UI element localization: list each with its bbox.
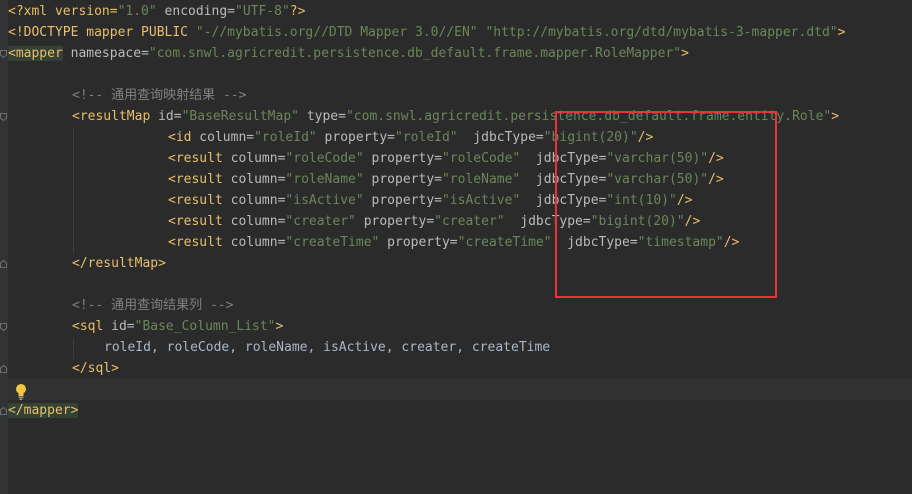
- fold-marker-icon[interactable]: [0, 407, 7, 415]
- attr-name: id=: [103, 319, 135, 334]
- fold-gutter: [0, 0, 8, 494]
- code-line-3[interactable]: <mapper namespace="com.snwl.agricredit.p…: [8, 43, 912, 64]
- attr-value: "roleId": [254, 130, 317, 145]
- result-tag: <result: [168, 172, 223, 187]
- code-line-18[interactable]: </sql>: [8, 358, 912, 379]
- attr-value: "roleCode": [441, 151, 521, 166]
- attr-name: encoding=: [156, 4, 235, 19]
- result-tag: <result: [168, 214, 223, 229]
- attr-value: "isActive": [285, 193, 364, 208]
- attr-name: property=: [363, 193, 442, 208]
- tag-end: >: [681, 46, 689, 61]
- lightbulb-icon[interactable]: [13, 383, 29, 401]
- resultmap-open-tag: <resultMap: [72, 109, 151, 124]
- attr-name: id=: [150, 109, 182, 124]
- attr-name: column=: [191, 130, 255, 145]
- attr-name: column=: [222, 172, 286, 187]
- attr-name: column=: [222, 193, 286, 208]
- code-editor[interactable]: <?xml version="1.0" encoding="UTF-8"?> <…: [0, 0, 912, 494]
- doctype: <!DOCTYPE mapper PUBLIC: [8, 25, 196, 40]
- result-tag: <result: [168, 193, 223, 208]
- fold-marker-icon[interactable]: [0, 260, 7, 268]
- code-line-19[interactable]: [8, 379, 912, 400]
- attr-name: property=: [355, 214, 435, 229]
- fold-marker-icon[interactable]: [0, 50, 7, 58]
- doctype-system-id: "http://mybatis.org/dtd/mybatis-3-mapper…: [485, 25, 838, 40]
- sql-text: roleId, roleCode, roleName, isActive, cr…: [104, 340, 551, 355]
- attr-value: "com.snwl.agricredit.persistence.db_defa…: [148, 46, 682, 61]
- attr-value: "creater": [434, 214, 505, 229]
- mapper-close-tag: </mapper>: [8, 403, 79, 418]
- attr-value: "BaseResultMap": [181, 109, 299, 124]
- attr-value: "roleName": [285, 172, 364, 187]
- code-line-2[interactable]: <!DOCTYPE mapper PUBLIC "-//mybatis.org/…: [8, 22, 912, 43]
- code-line-15[interactable]: <!-- 通用查询结果列 -->: [8, 295, 912, 316]
- fold-marker-icon[interactable]: [0, 323, 7, 331]
- result-tag: <result: [168, 235, 223, 250]
- annotation-highlight-box: [555, 111, 777, 298]
- xml-declaration-end: ?>: [289, 4, 306, 19]
- attr-value: "roleCode": [285, 151, 364, 166]
- fold-marker-icon[interactable]: [0, 365, 7, 373]
- attr-name: property=: [363, 172, 442, 187]
- mapper-open-tag: <mapper: [8, 46, 63, 61]
- attr-name: column=: [222, 151, 286, 166]
- attr-name: column=: [222, 235, 286, 250]
- code-line-1[interactable]: <?xml version="1.0" encoding="UTF-8"?>: [8, 1, 912, 22]
- id-tag: <id: [168, 130, 192, 145]
- result-tag: <result: [168, 151, 223, 166]
- attr-value: "Base_Column_List": [134, 319, 276, 334]
- attr-name: property=: [316, 130, 396, 145]
- attr-value: "creater": [285, 214, 356, 229]
- attr-value: "createTime": [457, 235, 552, 250]
- sql-close-tag: </sql>: [72, 361, 119, 376]
- attr-value: "UTF-8": [235, 4, 290, 19]
- tag-end: >: [831, 109, 840, 124]
- code-line-5[interactable]: <!-- 通用查询映射结果 -->: [8, 85, 912, 106]
- doctype-end: >: [837, 25, 846, 40]
- xml-comment: <!-- 通用查询映射结果 -->: [72, 88, 247, 103]
- attr-name: property=: [363, 151, 442, 166]
- code-line-17[interactable]: roleId, roleCode, roleName, isActive, cr…: [8, 337, 912, 358]
- attr-name: column=: [222, 214, 286, 229]
- code-line-20[interactable]: </mapper>: [8, 400, 912, 421]
- code-line-16[interactable]: <sql id="Base_Column_List">: [8, 316, 912, 337]
- attr-value: "isActive": [441, 193, 521, 208]
- xml-declaration: <?xml version=: [8, 4, 118, 19]
- attr-name: property=: [379, 235, 458, 250]
- xml-comment: <!-- 通用查询结果列 -->: [72, 298, 234, 313]
- attr-name: type=: [299, 109, 346, 124]
- resultmap-close-tag: </resultMap>: [72, 256, 166, 271]
- attr-value: "roleId": [395, 130, 458, 145]
- sql-open-tag: <sql: [72, 319, 104, 334]
- tag-end: >: [275, 319, 284, 334]
- attr-name: jdbcType=: [457, 130, 544, 145]
- doctype-public-id: "-//mybatis.org//DTD Mapper 3.0//EN": [195, 25, 478, 40]
- attr-value: "1.0": [117, 4, 157, 19]
- attr-value: "roleName": [441, 172, 521, 187]
- fold-marker-icon[interactable]: [0, 113, 7, 121]
- attr-name: namespace=: [62, 46, 149, 61]
- attr-value: "createTime": [285, 235, 380, 250]
